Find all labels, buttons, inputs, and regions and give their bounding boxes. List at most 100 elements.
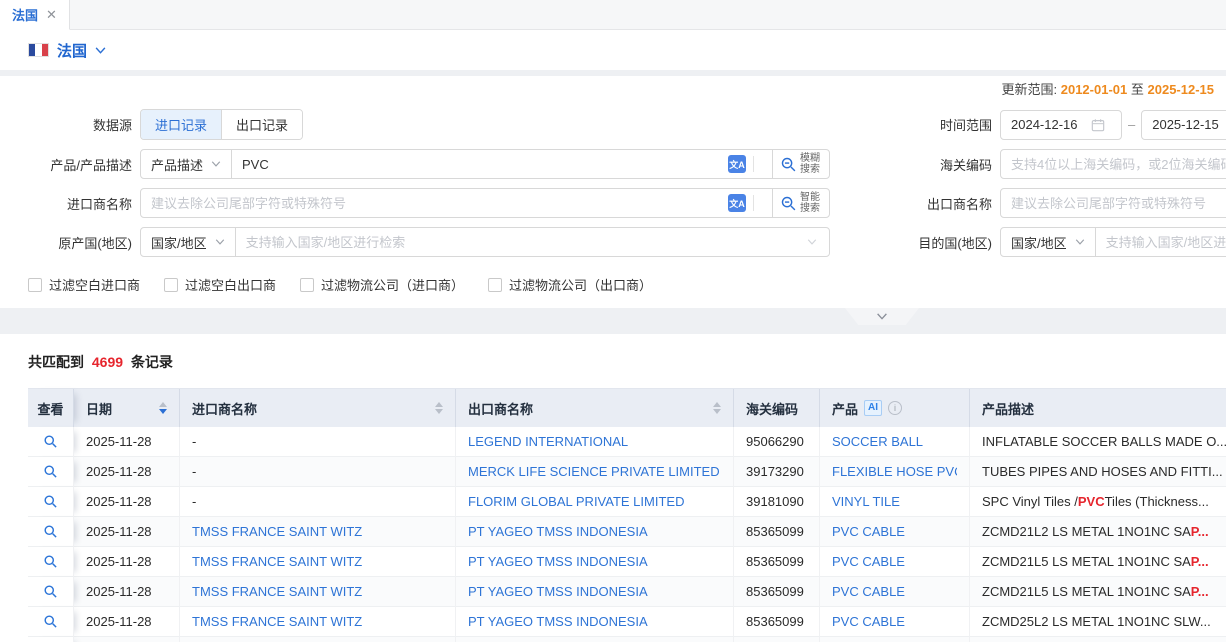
date-start-value[interactable] [1011, 117, 1091, 132]
row-product[interactable]: PVC CABLE [832, 524, 905, 539]
row-importer[interactable]: TMSS FRANCE SAINT WITZ [192, 554, 362, 569]
chevron-down-icon [807, 239, 817, 245]
dest-country-input[interactable] [1106, 235, 1226, 250]
chevron-down-icon [876, 313, 888, 320]
fuzzy-search-icon [780, 156, 797, 173]
checkbox-icon[interactable] [300, 278, 314, 292]
row-exporter[interactable]: PT YAGEO TMSS INDONESIA [468, 554, 648, 569]
sort-icons-importer[interactable] [427, 402, 443, 414]
view-detail-button[interactable] [43, 614, 58, 629]
dest-country-select[interactable]: 国家/地区 [1001, 228, 1096, 256]
data-source-label: 数据源 [0, 115, 140, 134]
row-description: TUBES PIPES AND HOSES AND FITTI... [970, 457, 1226, 487]
magnifier-icon [43, 554, 58, 569]
row-importer[interactable]: TMSS FRANCE SAINT WITZ [192, 524, 362, 539]
view-detail-button[interactable] [43, 554, 58, 569]
row-description: ZCMD21L5 LS METAL 1NO1NC SA P... [970, 547, 1226, 577]
sort-icons-date[interactable] [151, 402, 167, 414]
row-hs-code: 85365099 [746, 524, 804, 539]
chevron-down-icon[interactable] [95, 47, 106, 54]
row-exporter[interactable]: PT YAGEO TMSS INDONESIA [468, 584, 648, 599]
origin-country-group[interactable]: 国家/地区 [140, 227, 830, 257]
row-product[interactable]: PVC CABLE [832, 584, 905, 599]
row-exporter[interactable]: FLORIM GLOBAL PRIVATE LIMITED [468, 494, 684, 509]
sort-icons-exporter[interactable] [705, 402, 721, 414]
product-search-input[interactable] [242, 157, 728, 172]
origin-country-input[interactable] [246, 235, 807, 250]
exporter-input[interactable] [1000, 188, 1226, 218]
info-icon[interactable]: i [888, 401, 902, 415]
results-table: 查看 日期 进口商名称 出口商名称 海关编码 产品 AI i 产品描述 [28, 388, 1226, 642]
view-cell [28, 637, 74, 642]
col-view: 查看 [28, 389, 74, 427]
update-range-label: 更新范围: [1001, 82, 1057, 97]
product-label: 产品/产品描述 [0, 155, 140, 174]
form-row-product: 产品/产品描述 产品描述 文A 模糊搜索 [0, 149, 1226, 179]
row-product[interactable]: PVC CABLE [832, 614, 905, 629]
checkbox-icon[interactable] [28, 278, 42, 292]
row-product[interactable]: SOCCER BALL [832, 434, 923, 449]
view-detail-button[interactable] [43, 524, 58, 539]
checkbox-label: 过滤物流公司（出口商） [509, 275, 652, 294]
origin-country-select[interactable]: 国家/地区 [141, 228, 236, 256]
view-detail-button[interactable] [43, 434, 58, 449]
col-exporter[interactable]: 出口商名称 [456, 389, 734, 427]
checkbox-icon[interactable] [164, 278, 178, 292]
exporter-field[interactable] [1011, 196, 1226, 211]
divider [753, 156, 754, 172]
view-detail-button[interactable] [43, 584, 58, 599]
row-date: 2025-11-28 [86, 614, 152, 629]
results-count: 4699 [92, 354, 123, 370]
row-product[interactable]: FLEXIBLE HOSE PVC [832, 464, 957, 479]
filter-checkbox[interactable]: 过滤物流公司（出口商） [488, 275, 652, 294]
filter-checkbox[interactable]: 过滤空白出口商 [164, 275, 276, 294]
date-start-input[interactable] [1000, 110, 1122, 140]
view-detail-button[interactable] [43, 464, 58, 479]
form-row-datasource: 数据源 进口记录 出口记录 时间范围 – [0, 109, 1226, 140]
translate-icon[interactable]: 文A [728, 155, 746, 173]
view-cell [28, 457, 74, 487]
row-hs-code: 95066290 [746, 434, 804, 449]
magnifier-icon [43, 434, 58, 449]
view-cell [28, 517, 74, 547]
row-description: ZCMD21L2 LS METAL 1NO1NC SA P... [970, 517, 1226, 547]
import-records-tab[interactable]: 进口记录 [141, 110, 221, 139]
tab-france[interactable]: 法国 ✕ [0, 0, 70, 30]
row-importer[interactable]: TMSS FRANCE SAINT WITZ [192, 614, 362, 629]
row-hs-code: 39181090 [746, 494, 804, 509]
row-product[interactable]: VINYL TILE [832, 494, 900, 509]
row-exporter[interactable]: LEGEND INTERNATIONAL [468, 434, 628, 449]
fuzzy-search-button[interactable]: 模糊搜索 [772, 150, 829, 178]
filter-checkbox[interactable]: 过滤物流公司（进口商） [300, 275, 464, 294]
row-product[interactable]: PVC CABLE [832, 554, 905, 569]
date-end-value[interactable] [1152, 117, 1226, 132]
col-date[interactable]: 日期 [74, 389, 180, 427]
product-field-select[interactable]: 产品描述 [141, 150, 232, 178]
row-exporter[interactable]: PT YAGEO TMSS INDONESIA [468, 614, 648, 629]
export-records-tab[interactable]: 出口记录 [221, 110, 302, 139]
row-hs-code: 39173290 [746, 464, 804, 479]
row-exporter[interactable]: MERCK LIFE SCIENCE PRIVATE LIMITED [468, 464, 720, 479]
filter-checkbox[interactable]: 过滤空白进口商 [28, 275, 140, 294]
calendar-icon [1091, 118, 1105, 132]
hs-code-input[interactable] [1000, 149, 1226, 179]
view-cell [28, 577, 74, 607]
date-end-input[interactable] [1141, 110, 1226, 140]
smart-search-button[interactable]: 智能搜索 [772, 189, 829, 217]
row-importer: - [192, 494, 196, 509]
checkbox-icon[interactable] [488, 278, 502, 292]
view-detail-button[interactable] [43, 494, 58, 509]
translate-icon[interactable]: 文A [728, 194, 746, 212]
close-icon[interactable]: ✕ [46, 7, 57, 23]
collapse-panel-button[interactable] [845, 308, 919, 325]
dest-country-group[interactable]: 国家/地区 [1000, 227, 1226, 257]
row-importer: - [192, 434, 196, 449]
tab-bar: 法国 ✕ [0, 0, 1226, 30]
row-exporter[interactable]: PT YAGEO TMSS INDONESIA [468, 524, 648, 539]
smart-search-icon [780, 195, 797, 212]
col-importer[interactable]: 进口商名称 [180, 389, 456, 427]
importer-input[interactable] [151, 196, 728, 211]
hs-code-field[interactable] [1011, 157, 1226, 172]
row-importer[interactable]: TMSS FRANCE SAINT WITZ [192, 584, 362, 599]
update-range: 更新范围: 2012-01-01 至 2025-12-15 [0, 80, 1226, 100]
